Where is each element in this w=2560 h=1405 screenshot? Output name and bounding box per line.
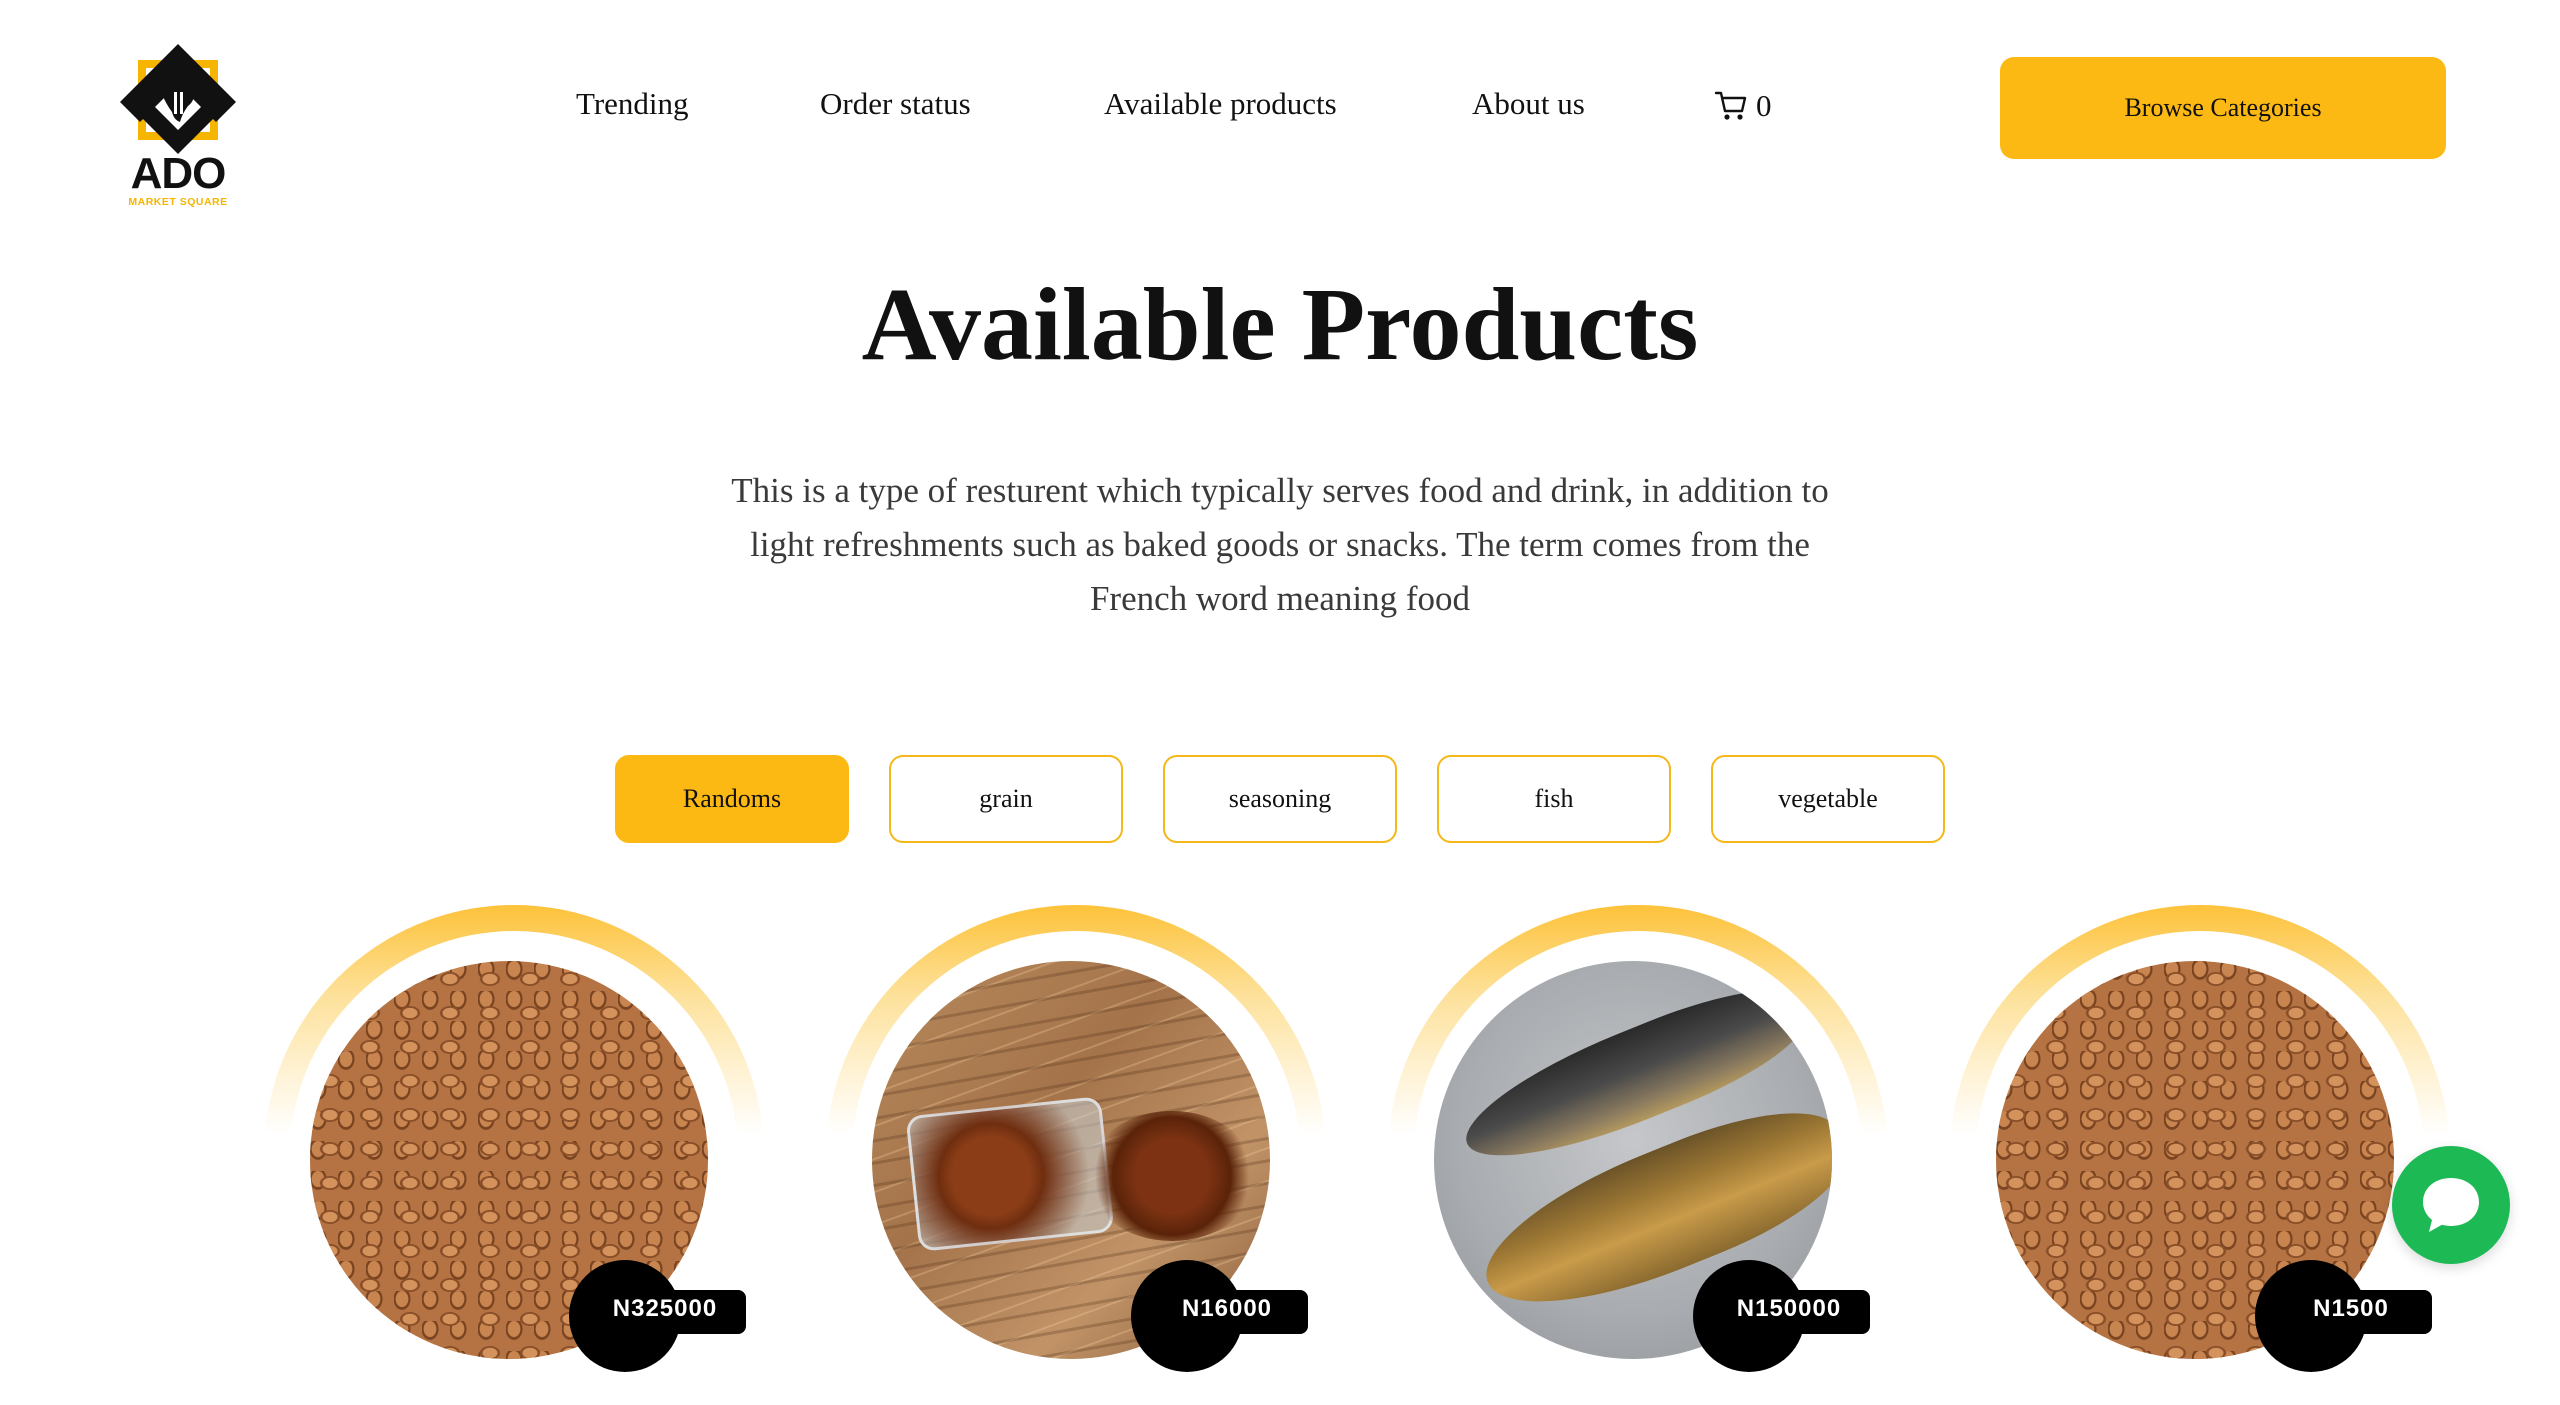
filter-seasoning[interactable]: seasoning (1163, 755, 1397, 843)
page-description: This is a type of resturent which typica… (731, 471, 1829, 618)
product-price: N150000 (1708, 1290, 1870, 1334)
filter-vegetable[interactable]: vegetable (1711, 755, 1945, 843)
filter-fish[interactable]: fish (1437, 755, 1671, 843)
nav-available-products[interactable]: Available products (1104, 86, 1337, 122)
product-card[interactable]: N325000 (264, 905, 764, 1405)
filter-grain[interactable]: grain (889, 755, 1123, 843)
logo-emblem-icon (120, 44, 236, 154)
cart-count: 0 (1756, 88, 1772, 123)
product-card[interactable]: N1500 (1950, 905, 2450, 1405)
filter-randoms[interactable]: Randoms (615, 755, 849, 843)
product-card[interactable]: N16000 (826, 905, 1326, 1405)
nav-order-status[interactable]: Order status (820, 86, 971, 122)
chat-button[interactable] (2392, 1146, 2510, 1264)
nav-about-us[interactable]: About us (1472, 86, 1585, 122)
nav-trending[interactable]: Trending (576, 86, 689, 122)
product-price: N16000 (1146, 1290, 1308, 1334)
product-card[interactable]: N150000 (1388, 905, 1888, 1405)
browse-categories-button[interactable]: Browse Categories (2000, 57, 2446, 159)
cart-button[interactable]: 0 (1714, 86, 1772, 126)
brand-name: ADO (130, 149, 227, 198)
brand-logo[interactable]: ADO MARKET SQUARE (116, 42, 240, 212)
brand-tagline: MARKET SQUARE (128, 196, 228, 208)
product-price: N325000 (584, 1290, 746, 1334)
chat-bubble-icon (2423, 1178, 2479, 1232)
cart-icon (1714, 91, 1747, 120)
page-title: Available Products (861, 267, 1699, 382)
product-price: N1500 (2270, 1290, 2432, 1334)
